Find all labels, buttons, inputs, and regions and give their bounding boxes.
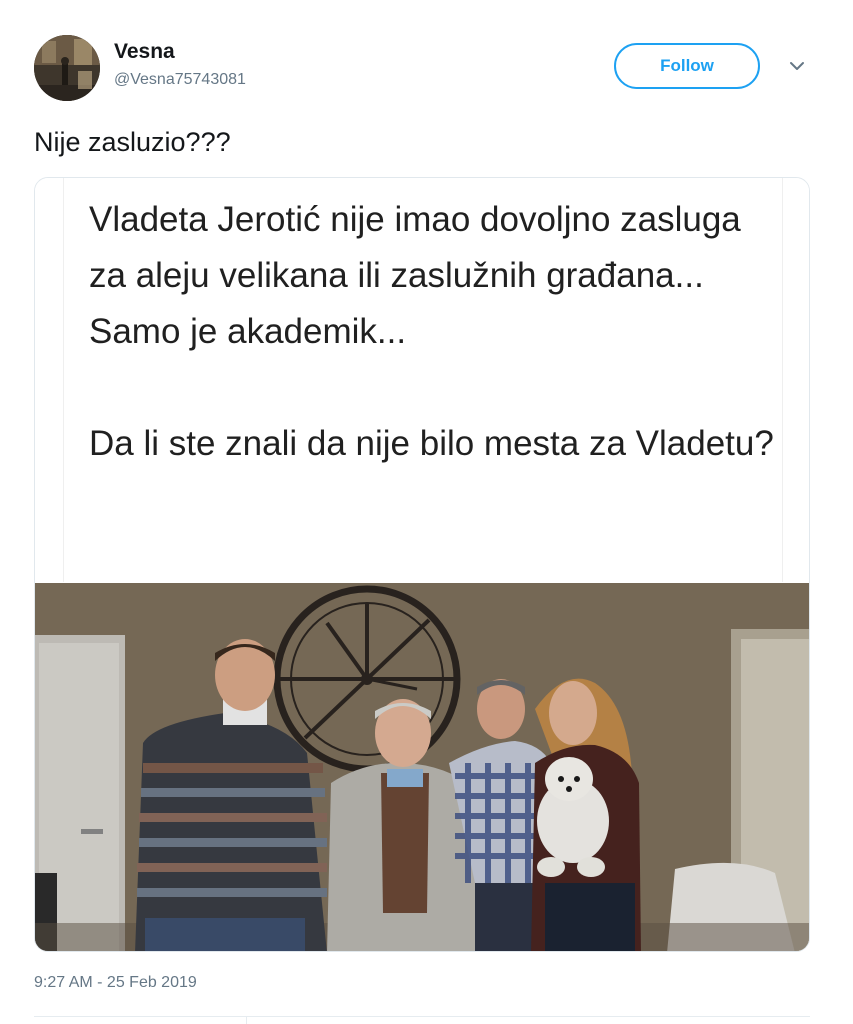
tweet-text: Nije zasluzio??? — [34, 127, 231, 157]
stats-separator — [246, 1016, 247, 1024]
user-avatar[interactable] — [34, 35, 100, 101]
text-card-paragraph-2: Da li ste znali da nije bilo mesta za Vl… — [89, 424, 774, 463]
tweet-header: Vesna @Vesna75743081 Follow — [34, 35, 824, 105]
text-card-content: Vladeta Jerotić nije imao dovoljno zaslu… — [89, 192, 779, 472]
user-handle[interactable]: @Vesna75743081 — [114, 69, 246, 91]
chevron-down-icon[interactable] — [786, 55, 808, 77]
tweet: Vesna @Vesna75743081 Follow Nije zasluzi… — [0, 0, 853, 1024]
group-photo — [35, 583, 809, 951]
photo-illustration — [35, 583, 809, 951]
tweet-timestamp[interactable]: 9:27 AM - 25 Feb 2019 — [34, 972, 197, 994]
text-card-paragraph-1: Vladeta Jerotić nije imao dovoljno zaslu… — [89, 200, 741, 351]
display-name[interactable]: Vesna — [114, 39, 246, 65]
bottom-divider — [34, 1016, 810, 1017]
follow-button[interactable]: Follow — [614, 43, 760, 89]
text-card-image: Vladeta Jerotić nije imao dovoljno zaslu… — [35, 178, 809, 582]
avatar-image — [34, 35, 100, 101]
user-info: Vesna @Vesna75743081 — [114, 39, 246, 91]
tweet-media[interactable]: Vladeta Jerotić nije imao dovoljno zaslu… — [34, 177, 810, 952]
